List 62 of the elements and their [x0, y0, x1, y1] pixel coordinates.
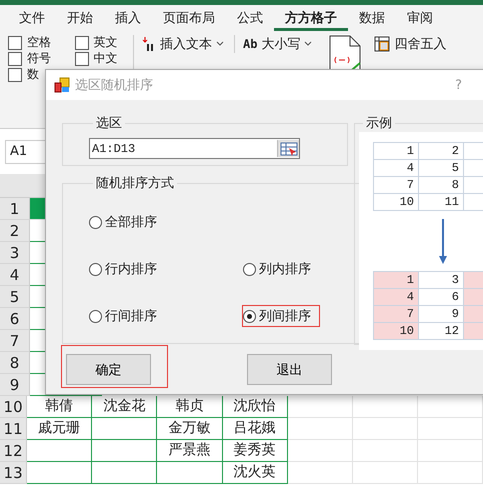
dialog-title: 选区随机排序: [75, 77, 154, 94]
ribbon-tab[interactable]: 数据: [348, 6, 396, 30]
ribbon-tab[interactable]: 开始: [56, 6, 104, 30]
ribbon-tab[interactable]: 页面布局: [152, 6, 226, 30]
checkbox[interactable]: 中文: [74, 51, 133, 66]
example-cell: 10: [374, 194, 419, 211]
table-cell: 戚元珊: [27, 418, 92, 440]
range-value: A1:D13: [91, 142, 136, 156]
row-header: 8: [0, 352, 30, 374]
example-cell: 2: [419, 143, 464, 160]
table-cell: 姜秀英: [222, 440, 288, 462]
table-cell: 韩贞: [157, 396, 223, 418]
example-cell: 1: [374, 272, 419, 289]
table-cell: 沈金花: [92, 396, 158, 418]
dialog-button[interactable]: 确定: [66, 354, 151, 385]
group-title: 示例: [365, 115, 393, 132]
row-header: 4: [0, 264, 30, 286]
row-header: 6: [0, 308, 30, 330]
row-header: 1: [0, 198, 30, 220]
row-header: 2: [0, 220, 30, 242]
radio-option[interactable]: 行间排序: [89, 306, 243, 326]
row-header: 13: [0, 462, 28, 484]
table-cell: 严景燕: [157, 440, 223, 462]
row-header: 10: [0, 396, 28, 418]
row-header: 7: [0, 330, 30, 352]
example-cell: 10: [374, 323, 419, 340]
round-button[interactable]: 四舍五入: [374, 35, 446, 53]
ribbon-tab[interactable]: 文件: [8, 6, 56, 30]
example-cell: 4: [374, 160, 419, 177]
row-header: 12: [0, 440, 28, 462]
checkbox[interactable]: 数: [8, 67, 66, 82]
dialog-button[interactable]: 退出: [247, 354, 332, 385]
checkbox[interactable]: 空格: [8, 35, 66, 50]
table-cell: 金万敏: [157, 418, 223, 440]
row-header: 9: [0, 374, 30, 396]
case-button[interactable]: Ab 大小写: [234, 35, 312, 53]
table-cell: 沈欣怡: [222, 396, 288, 418]
example-cell: 4: [374, 289, 419, 306]
example-cell: 7: [374, 306, 419, 323]
table-cell: 韩倩: [27, 396, 92, 418]
example-cell: 1: [374, 143, 419, 160]
example-cell: 7: [374, 177, 419, 194]
row-header: 5: [0, 286, 30, 308]
radio-option[interactable]: 行内排序: [89, 259, 243, 279]
table-cell: 吕花娥: [222, 418, 288, 440]
example-cell: 8: [419, 177, 464, 194]
row-header: 11: [0, 418, 28, 440]
insert-text-button[interactable]: 插入文本: [142, 35, 224, 53]
ribbon-tab[interactable]: 插入: [104, 6, 152, 30]
checkbox[interactable]: 英文: [74, 35, 133, 50]
table-cell: 沈火英: [222, 462, 288, 484]
checkbox[interactable]: 符号: [8, 51, 66, 66]
range-field[interactable]: A1:D13: [89, 138, 300, 159]
example-cell: 11: [419, 194, 464, 211]
radio-option[interactable]: 全部排序: [89, 212, 243, 232]
ribbon-tab[interactable]: 公式: [226, 6, 274, 30]
group-title: 随机排序方式: [95, 175, 175, 192]
group-title: 选区: [95, 115, 123, 132]
ribbon-tab[interactable]: 审阅: [396, 6, 444, 30]
example-cell: 5: [419, 160, 464, 177]
radio-option[interactable]: 列间排序: [243, 306, 319, 326]
row-header: 3: [0, 242, 30, 264]
